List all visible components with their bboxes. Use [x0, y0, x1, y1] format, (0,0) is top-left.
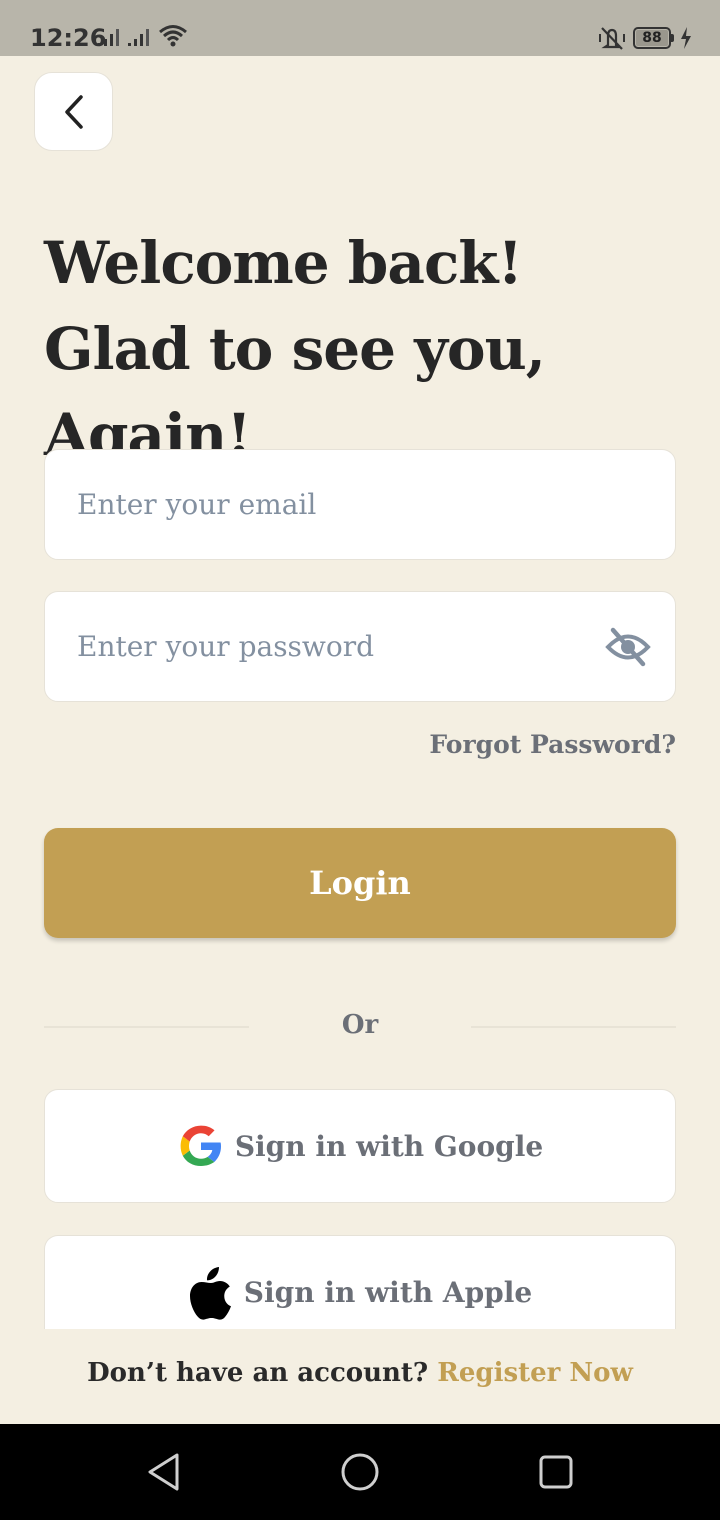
apple-signin-label: Sign in with Apple [243, 1276, 533, 1309]
password-field-container [44, 591, 676, 702]
email-field-container [44, 449, 676, 560]
status-right-icons: 88 [597, 24, 692, 52]
google-icon [180, 1125, 221, 1166]
wifi-icon [159, 25, 187, 47]
apple-icon [189, 1266, 231, 1320]
battery-cap [671, 34, 674, 42]
nav-recents-icon[interactable] [534, 1450, 578, 1494]
chevron-left-icon [64, 94, 83, 129]
register-prompt: Don’t have an account? [87, 1358, 429, 1388]
divider-line-right [471, 1026, 676, 1028]
nav-home-icon[interactable] [338, 1450, 382, 1494]
page-title: Welcome back! Glad to see you, Again! [44, 229, 546, 469]
register-row: Don’t have an account? Register Now [0, 1358, 720, 1388]
status-bar: 12:26 88 [0, 0, 720, 56]
system-navigation-bar [0, 1424, 720, 1520]
signal-icon [98, 29, 119, 46]
google-signin-button[interactable]: Sign in with Google [44, 1089, 676, 1203]
google-signin-label: Sign in with Google [234, 1129, 544, 1163]
eye-slash-icon[interactable] [605, 626, 651, 668]
vibrate-mute-icon [599, 27, 625, 50]
forgot-password-link[interactable]: Forgot Password? [429, 730, 676, 759]
battery-icon: 88 [633, 27, 671, 49]
back-button[interactable] [34, 72, 113, 151]
email-input[interactable] [45, 450, 675, 559]
battery-indicator: 88 [633, 27, 674, 49]
signal-icon-2 [128, 29, 149, 46]
divider-label: Or [341, 1010, 379, 1040]
nav-back-icon[interactable] [142, 1450, 186, 1494]
charging-icon [681, 27, 691, 49]
register-now-link[interactable]: Register Now [437, 1358, 633, 1388]
status-time: 12:26 [30, 24, 107, 52]
password-input[interactable] [45, 592, 675, 701]
or-divider: Or [44, 1006, 676, 1046]
status-left-icons [98, 24, 188, 48]
battery-level: 88 [636, 30, 668, 46]
login-button[interactable]: Login [44, 828, 676, 938]
apple-signin-button[interactable]: Sign in with Apple [44, 1235, 676, 1329]
